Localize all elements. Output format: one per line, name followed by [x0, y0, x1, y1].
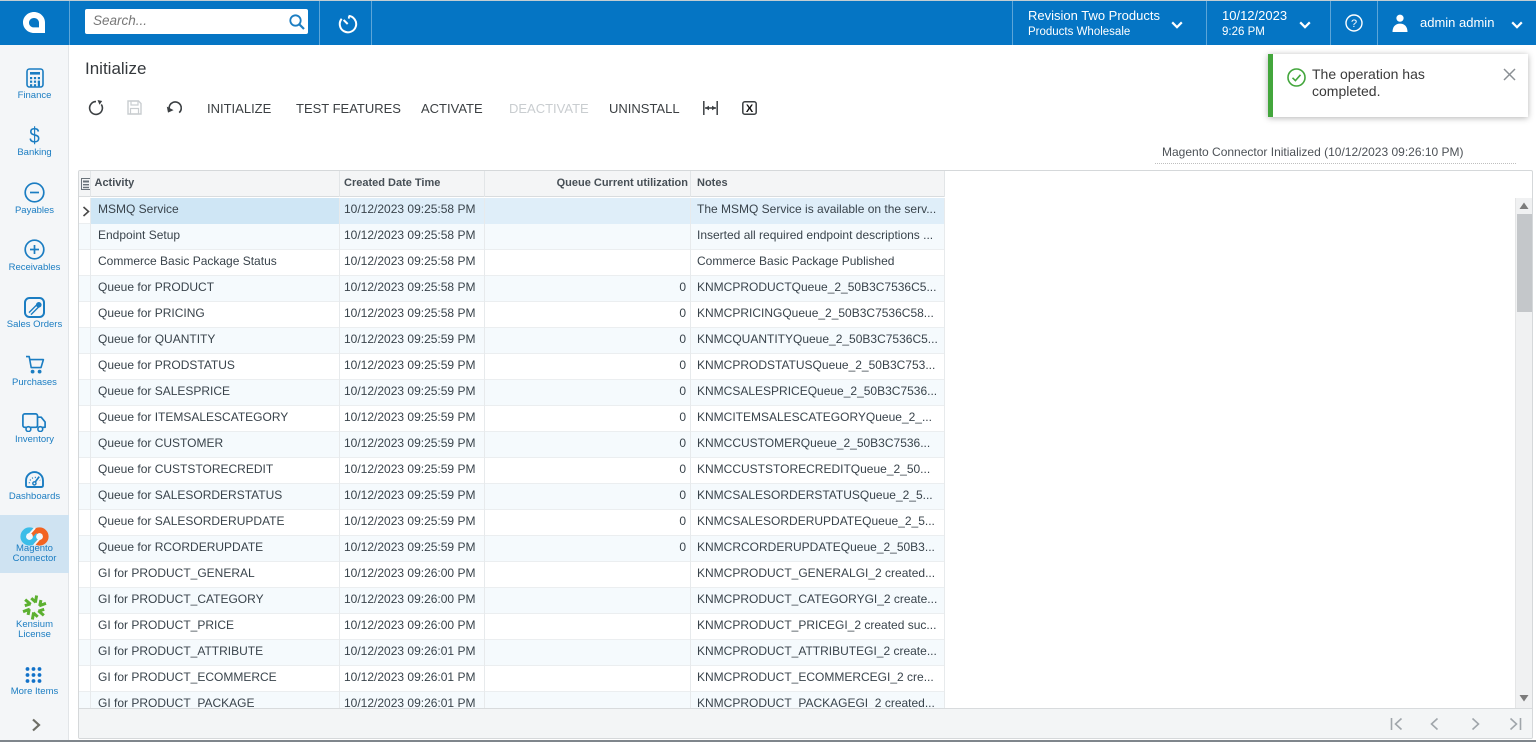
svg-text:?: ?	[1351, 18, 1357, 30]
svg-text:X: X	[746, 103, 754, 115]
